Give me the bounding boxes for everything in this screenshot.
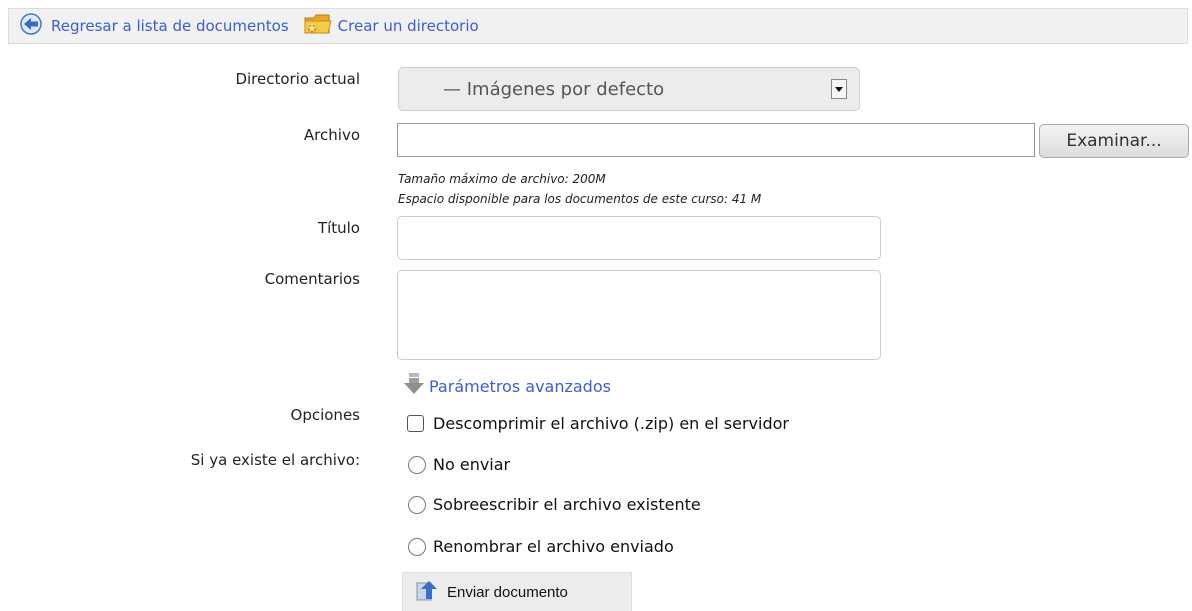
max-file-size-hint: Tamaño máximo de archivo: 200M [398, 172, 606, 186]
no-send-radio[interactable] [408, 455, 426, 474]
down-arrow-icon [403, 372, 425, 400]
advanced-parameters-link[interactable]: Parámetros avanzados [403, 372, 611, 400]
available-space-hint: Espacio disponible para los documentos d… [398, 192, 762, 206]
title-input[interactable] [397, 216, 881, 260]
radio-option-rename[interactable]: Renombrar el archivo enviado [408, 537, 674, 556]
rename-radio[interactable] [408, 537, 426, 556]
comments-label: Comentarios [264, 270, 360, 288]
no-send-label: No enviar [433, 455, 511, 474]
advanced-parameters-label: Parámetros avanzados [429, 376, 611, 396]
current-directory-select[interactable]: — Imágenes por defecto [398, 67, 860, 111]
options-label: Opciones [290, 406, 360, 424]
overwrite-label: Sobreescribir el archivo existente [433, 495, 701, 514]
file-path-field[interactable] [397, 123, 1035, 157]
create-directory-link[interactable]: Crear un directorio [303, 11, 479, 41]
unzip-checkbox[interactable] [407, 415, 424, 432]
action-toolbar: Regresar a lista de documentos Crear un … [8, 8, 1188, 44]
comments-textarea[interactable] [397, 270, 881, 360]
back-to-documents-label: Regresar a lista de documentos [51, 17, 289, 35]
current-directory-label: Directorio actual [235, 70, 360, 88]
create-directory-label: Crear un directorio [337, 17, 479, 35]
unzip-option[interactable]: Descomprimir el archivo (.zip) en el ser… [407, 414, 789, 433]
radio-option-overwrite[interactable]: Sobreescribir el archivo existente [408, 495, 701, 514]
overwrite-radio[interactable] [408, 495, 426, 514]
rename-label: Renombrar el archivo enviado [433, 537, 674, 556]
title-label: Título [317, 219, 360, 237]
unzip-option-label: Descomprimir el archivo (.zip) en el ser… [433, 414, 789, 433]
back-to-documents-link[interactable]: Regresar a lista de documentos [19, 13, 289, 39]
back-arrow-icon [19, 13, 43, 39]
file-label: Archivo [303, 126, 360, 144]
folder-icon [303, 11, 333, 41]
current-directory-value: — Imágenes por defecto [443, 78, 665, 100]
browse-button[interactable]: Examinar... [1039, 124, 1189, 158]
upload-icon [415, 579, 439, 605]
send-document-label: Enviar documento [447, 583, 568, 601]
send-document-button[interactable]: Enviar documento [402, 572, 632, 611]
chevron-down-icon [831, 79, 847, 99]
radio-option-no-send[interactable]: No enviar [408, 455, 510, 474]
if-file-exists-label: Si ya existe el archivo: [190, 451, 360, 469]
